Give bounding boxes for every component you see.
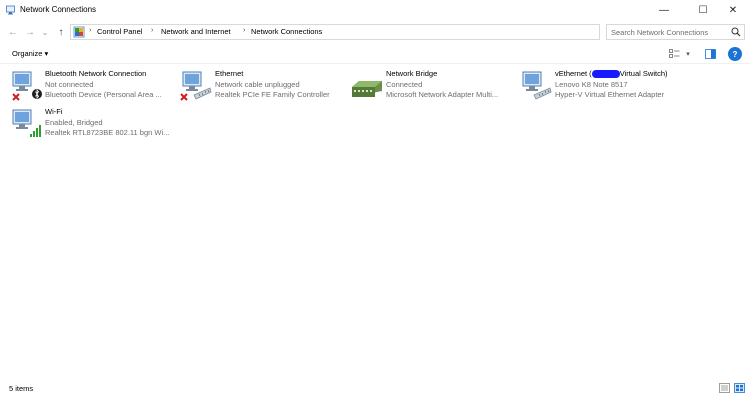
address-row: ← → ⌄ ↑ › Control Panel › Network and In… <box>0 21 750 43</box>
minimize-button[interactable]: — <box>647 0 681 21</box>
connection-item-bluetooth[interactable]: Bluetooth Network Connection Not connect… <box>10 69 178 105</box>
connection-name-suffix: Virtual Switch) <box>619 69 668 78</box>
address-bar[interactable]: › Control Panel › Network and Internet ›… <box>70 24 666 40</box>
connection-item-vethernet[interactable]: vEthernet ( Virtual Switch) Lenovo K8 Not… <box>520 69 688 105</box>
connection-name: Wi-Fi <box>45 107 63 116</box>
connection-item-ethernet[interactable]: Ethernet Network cable unplugged Realtek… <box>180 69 348 105</box>
preview-pane-glyph <box>704 49 716 59</box>
bluetooth-network-icon <box>12 71 42 101</box>
command-bar: Organize ▾ ▾ ? <box>0 44 750 64</box>
connection-name: vEthernet ( Virtual Switch) <box>555 69 668 79</box>
close-button[interactable]: ✕ <box>716 0 750 21</box>
breadcrumb-control-panel[interactable]: Control Panel <box>97 27 142 36</box>
vethernet-icon <box>522 71 552 100</box>
help-icon[interactable]: ? <box>728 47 742 61</box>
preview-pane-icon[interactable] <box>704 47 716 61</box>
search-input[interactable] <box>611 26 726 38</box>
item-count: 5 items <box>9 384 34 393</box>
connection-status: Network cable unplugged <box>215 80 300 89</box>
connection-device: Hyper-V Virtual Ethernet Adapter <box>555 90 665 99</box>
maximize-button[interactable]: ☐ <box>686 0 720 21</box>
network-bridge-icon <box>352 81 382 97</box>
breadcrumb-network-and-internet[interactable]: Network and Internet <box>161 27 231 36</box>
title-bar: Network Connections — ☐ ✕ <box>0 0 750 21</box>
connection-device: Realtek PCIe FE Family Controller <box>215 90 330 99</box>
recent-locations-button[interactable]: ⌄ <box>38 25 52 39</box>
ethernet-icon <box>180 71 212 101</box>
organize-button[interactable]: Organize ▾ <box>12 49 48 58</box>
breadcrumb-separator: › <box>243 27 246 34</box>
window-title: Network Connections <box>20 5 97 14</box>
wifi-icon <box>12 109 41 137</box>
breadcrumb-separator: › <box>151 27 154 34</box>
change-view-icon[interactable] <box>667 47 681 61</box>
connection-name: Ethernet <box>215 69 244 78</box>
back-button[interactable]: ← <box>6 25 20 39</box>
breadcrumb-separator: › <box>89 27 92 34</box>
connection-name: Bluetooth Network Connection <box>45 69 147 78</box>
connection-status: Not connected <box>45 80 94 89</box>
network-connections-app-icon <box>6 5 15 15</box>
search-box[interactable] <box>606 24 745 40</box>
redaction-mark <box>591 70 620 79</box>
connection-item-wifi[interactable]: Wi-Fi Enabled, Bridged Realtek RTL8723BE… <box>10 107 178 143</box>
forward-button[interactable]: → <box>23 25 37 39</box>
connection-device: Realtek RTL8723BE 802.11 bgn Wi... <box>45 128 170 137</box>
breadcrumb-network-connections[interactable]: Network Connections <box>251 27 322 36</box>
connection-device: Bluetooth Device (Personal Area ... <box>45 90 162 99</box>
connection-status: Connected <box>386 80 423 89</box>
search-icon[interactable] <box>731 27 741 37</box>
large-icons-view-icon[interactable] <box>734 383 745 393</box>
connection-device: Microsoft Network Adapter Multi... <box>386 90 499 99</box>
view-dropdown-icon[interactable]: ▾ <box>683 47 693 61</box>
connection-status: Lenovo K8 Note 8517 <box>555 80 628 89</box>
connection-name-prefix: vEthernet ( <box>555 69 592 78</box>
status-bar: 5 items <box>0 380 750 397</box>
connection-status: Enabled, Bridged <box>45 118 103 127</box>
control-panel-icon <box>73 26 85 38</box>
details-view-icon[interactable] <box>719 383 730 393</box>
connection-name: Network Bridge <box>386 69 438 78</box>
view-options-icon <box>668 49 679 58</box>
up-button[interactable]: ↑ <box>54 25 68 39</box>
connection-item-network-bridge[interactable]: Network Bridge Connected Microsoft Netwo… <box>351 69 519 105</box>
